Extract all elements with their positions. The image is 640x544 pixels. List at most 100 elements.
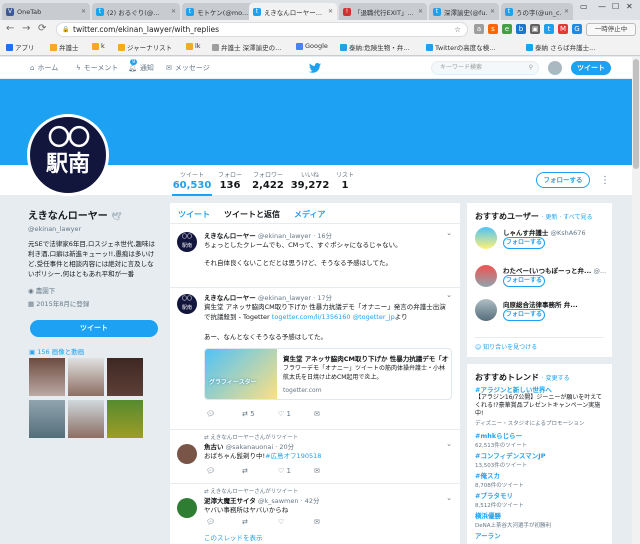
dm-icon[interactable]: ✉	[314, 410, 350, 418]
link-card[interactable]: グラフィースター 資生堂 アネッサ脇肉CM取り下げか 性暴力抗議デモ「オナ...…	[204, 348, 452, 400]
bookmark-folder[interactable]: ジャーナリスト	[118, 42, 172, 52]
follow-button[interactable]: フォローする	[536, 172, 590, 188]
dm-icon[interactable]: ✉	[314, 467, 350, 475]
like-icon[interactable]: ♡ 1	[278, 410, 314, 418]
close-icon[interactable]: ✕	[171, 8, 176, 15]
find-friends-link[interactable]: ☺ 知り合いを見つける	[475, 337, 604, 351]
chevron-down-icon[interactable]: ⌄	[446, 440, 452, 448]
extension-icon[interactable]: b	[516, 24, 526, 34]
follow-button[interactable]: フォローする	[503, 309, 545, 321]
more-options-icon[interactable]: ⋮	[600, 175, 610, 186]
media-thumbnail[interactable]	[29, 400, 65, 438]
bookmark-link[interactable]: Google	[296, 42, 328, 50]
bookmark-link[interactable]: Twitterの高度な検...	[426, 42, 495, 52]
show-thread-link[interactable]: このスレッドを表示	[204, 532, 263, 542]
tweet-avatar[interactable]: 〇〇 駅南	[177, 232, 197, 252]
stat-tweets[interactable]: ツイート 60,530	[172, 170, 212, 196]
nav-home[interactable]: ⌂ ホーム	[30, 63, 58, 73]
window-close-icon[interactable]: ✕	[626, 2, 633, 11]
search-input[interactable]: キーワード検索 ⚲	[431, 61, 539, 75]
media-gallery-link[interactable]: ▣ 156 画像と動画	[29, 346, 84, 356]
trend-item[interactable]: #アラジンと新しい世界へ 【アラジン16/7公開】ジーニーが願いを叶えてくれる!…	[475, 384, 607, 427]
media-thumbnail[interactable]	[29, 358, 65, 396]
profile-avatar[interactable]: 〇〇 駅南	[27, 114, 109, 196]
trend-item[interactable]: #mhkらじらー 62,513件のツイート	[475, 430, 527, 449]
scrollbar-thumb[interactable]	[633, 59, 639, 169]
trend-item[interactable]: 横浜優勝 DeNA上茶谷大河選手が初勝利	[475, 510, 551, 529]
user-avatar[interactable]	[475, 227, 497, 249]
stat-lists[interactable]: リスト 1	[332, 170, 358, 191]
extension-icon[interactable]: a	[474, 24, 484, 34]
browser-tab[interactable]: ! 「退職代行EXIT」... ✕	[339, 3, 427, 20]
twitter-bird-logo[interactable]	[309, 63, 321, 73]
trend-item[interactable]: #コンフィデンスマンJP 13,503件のツイート	[475, 450, 545, 469]
like-icon[interactable]: ♡	[278, 518, 314, 526]
like-icon[interactable]: ♡ 1	[278, 467, 314, 475]
user-avatar[interactable]	[475, 299, 497, 321]
chevron-down-icon[interactable]: ⌄	[446, 229, 452, 237]
url-input[interactable]: 🔒 twitter.com/ekinan_lawyer/with_replies…	[56, 22, 468, 37]
retweet-icon[interactable]: ⇄	[242, 518, 278, 526]
page-scrollbar[interactable]	[632, 57, 640, 544]
tweet-avatar[interactable]	[177, 498, 197, 518]
twitter-icon[interactable]: t	[544, 24, 554, 34]
pause-button[interactable]: 一時停止中	[586, 23, 636, 36]
extension-icon[interactable]: G	[572, 24, 582, 34]
nav-notifications[interactable]: 🔔︎ 9 通知	[128, 59, 154, 73]
tweet[interactable]: 〇〇 駅南 えきなんローヤー @ekinan_lawyer · 16分 ⌄ ちょっ…	[170, 223, 460, 287]
browser-tab[interactable]: t 深澤諭史(@fu... ✕	[429, 3, 499, 20]
forward-icon[interactable]: →	[22, 23, 30, 35]
browser-tab[interactable]: t うの字(@un_c... ✕	[501, 3, 573, 20]
extension-icon[interactable]: ▣	[530, 24, 540, 34]
media-thumbnail[interactable]	[68, 358, 104, 396]
media-thumbnail[interactable]	[107, 358, 143, 396]
reply-icon[interactable]: 💬︎	[206, 467, 242, 475]
tab-tweets-and-replies[interactable]: ツイートと返信	[224, 209, 280, 220]
bookmark-folder[interactable]: k	[92, 42, 105, 50]
tweet-avatar[interactable]	[177, 444, 197, 464]
maximize-icon[interactable]: ☐	[612, 2, 619, 11]
tweet[interactable]: 〇〇 駅南 えきなんローヤー @ekinan_lawyer · 17分 ⌄ 資生堂…	[170, 287, 460, 425]
stat-likes[interactable]: いいね 39,272	[290, 170, 330, 191]
nav-moments[interactable]: ϟ モーメント	[76, 63, 118, 73]
profile-handle[interactable]: @ekinan_lawyer	[28, 225, 160, 233]
trend-item[interactable]: アーラン	[475, 530, 501, 540]
bookmark-folder[interactable]: lk	[186, 42, 201, 50]
evernote-icon[interactable]: e	[502, 24, 512, 34]
trend-item[interactable]: #ブラタモリ 8,512件のツイート	[475, 490, 524, 509]
chevron-down-icon[interactable]: ⌄	[446, 291, 452, 299]
reload-icon[interactable]: ⟳	[38, 23, 46, 35]
bookmark-link[interactable]: 弁護士 深澤諭史の...	[212, 42, 281, 52]
tab-tweets[interactable]: ツイート	[178, 209, 210, 220]
follow-button[interactable]: フォローする	[503, 237, 545, 249]
minimize-icon[interactable]: —	[598, 2, 606, 11]
stat-following[interactable]: フォロー 136	[214, 170, 246, 191]
compose-tweet-button[interactable]: ツイート	[571, 61, 611, 75]
star-icon[interactable]: ☆	[454, 23, 461, 36]
media-thumbnail[interactable]	[68, 400, 104, 438]
close-icon[interactable]: ✕	[418, 8, 423, 15]
user-avatar[interactable]	[475, 265, 497, 287]
extension-icon[interactable]: M	[558, 24, 568, 34]
close-icon[interactable]: ✕	[328, 8, 333, 15]
close-icon[interactable]: ✕	[564, 8, 569, 15]
retweet-icon[interactable]: ⇄	[242, 467, 278, 475]
tweet-to-user-button[interactable]: ツイート	[30, 320, 158, 337]
account-avatar[interactable]	[548, 61, 562, 75]
tab-media[interactable]: メディア	[294, 209, 325, 220]
extension-icon[interactable]: s	[488, 24, 498, 34]
back-icon[interactable]: ←	[6, 23, 14, 35]
close-icon[interactable]: ✕	[81, 8, 86, 15]
bookmark-link[interactable]: 泰納 さらば弁護士...	[526, 42, 595, 52]
media-thumbnail[interactable]	[107, 400, 143, 438]
close-icon[interactable]: ✕	[490, 8, 495, 15]
tweet[interactable]: ⇄ えきなんローヤーさんがリツイート 魚古い @sakanauonai · 20…	[170, 429, 460, 479]
follow-button[interactable]: フォローする	[503, 275, 545, 287]
nav-messages[interactable]: ✉ メッセージ	[166, 63, 210, 73]
bookmark-folder[interactable]: 弁護士	[50, 42, 79, 52]
stat-followers[interactable]: フォロワー 2,422	[250, 170, 286, 191]
reply-icon[interactable]: 💬︎	[206, 518, 242, 526]
bookmark-apps[interactable]: アプリ	[6, 42, 35, 52]
trend-item[interactable]: #俺スカ 8,708件のツイート	[475, 470, 524, 489]
browser-tab[interactable]: t (2) おるぐり(@... ✕	[92, 3, 180, 20]
